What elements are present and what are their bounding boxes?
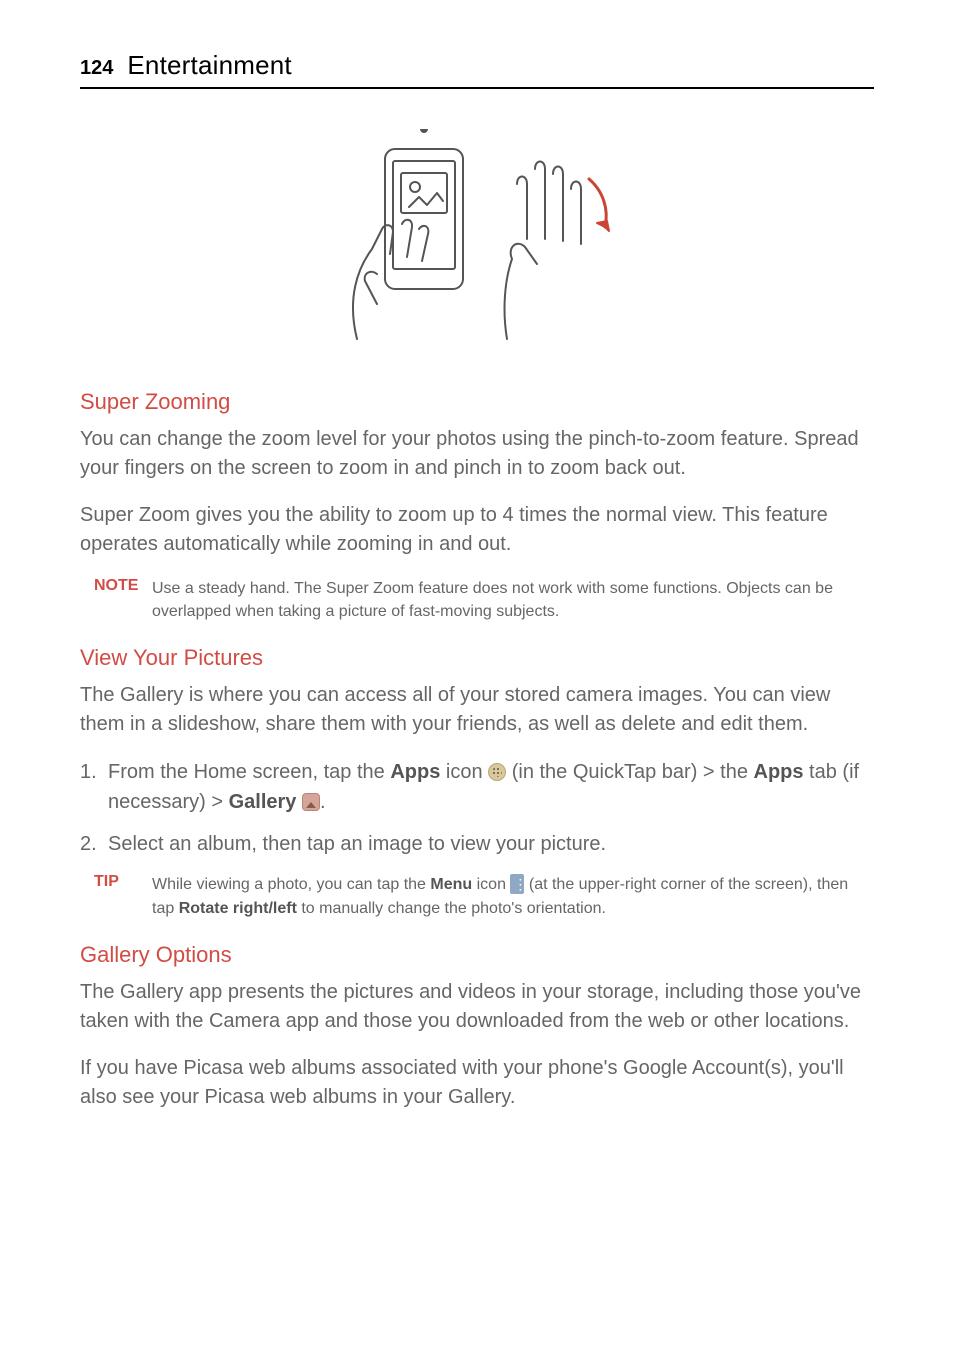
apps-icon <box>488 763 506 781</box>
tip-block: TIP While viewing a photo, you can tap t… <box>80 873 874 919</box>
apps-tab-label: Apps <box>754 761 804 783</box>
page-header: 124 Entertainment <box>80 50 874 89</box>
gallery-label: Gallery <box>229 791 297 813</box>
document-page: 124 Entertainment Sup <box>0 0 954 1170</box>
text: icon <box>440 761 488 783</box>
paragraph: If you have Picasa web albums associated… <box>80 1054 874 1112</box>
text: From the Home screen, tap the <box>108 761 390 783</box>
pinch-zoom-icon <box>327 129 627 349</box>
text: . <box>320 791 326 813</box>
text: Select an album, then tap an image to vi… <box>108 833 606 855</box>
note-block: NOTE Use a steady hand. The Super Zoom f… <box>80 577 874 623</box>
tip-label: TIP <box>80 873 152 919</box>
paragraph: You can change the zoom level for your p… <box>80 425 874 483</box>
page-title: Entertainment <box>127 50 291 81</box>
paragraph: The Gallery is where you can access all … <box>80 681 874 739</box>
rotate-label: Rotate right/left <box>179 900 297 917</box>
note-text: Use a steady hand. The Super Zoom featur… <box>152 577 874 623</box>
text: to manually change the photo's orientati… <box>297 900 606 917</box>
section-title-super-zooming: Super Zooming <box>80 389 874 415</box>
paragraph: The Gallery app presents the pictures an… <box>80 978 874 1036</box>
gesture-illustration <box>80 129 874 349</box>
section-title-view-pictures: View Your Pictures <box>80 645 874 671</box>
page-number: 124 <box>80 57 113 80</box>
section-title-gallery-options: Gallery Options <box>80 942 874 968</box>
tip-text: While viewing a photo, you can tap the M… <box>152 873 874 919</box>
steps-list: From the Home screen, tap the Apps icon … <box>80 757 874 859</box>
step-1: From the Home screen, tap the Apps icon … <box>80 757 874 817</box>
text: icon <box>472 876 510 893</box>
gallery-icon <box>302 793 320 811</box>
step-2: Select an album, then tap an image to vi… <box>80 829 874 859</box>
apps-label: Apps <box>390 761 440 783</box>
menu-icon <box>510 874 524 894</box>
text: (in the QuickTap bar) > the <box>506 761 753 783</box>
menu-label: Menu <box>430 876 472 893</box>
text: While viewing a photo, you can tap the <box>152 876 430 893</box>
note-label: NOTE <box>80 577 152 623</box>
paragraph: Super Zoom gives you the ability to zoom… <box>80 501 874 559</box>
